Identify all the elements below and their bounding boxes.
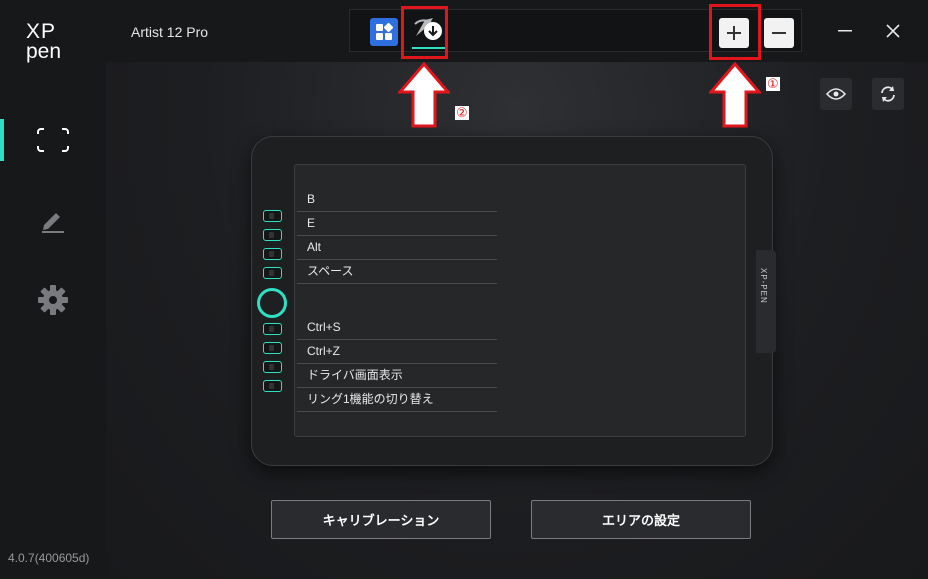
tablet-brand-label: XP-PEN (759, 268, 768, 304)
gear-icon (38, 285, 68, 315)
area-settings-button[interactable]: エリアの設定 (531, 500, 751, 539)
main-panel: B E Alt スペース Ctrl+S Ctrl+Z ドライバ画面表示 リング1… (106, 62, 928, 579)
sidebar-item-pen[interactable] (0, 199, 106, 241)
key-label-8[interactable]: リング1機能の切り替え (297, 388, 497, 412)
key-label-4[interactable]: スペース (297, 260, 497, 284)
sidebar: XP pen 4.0.7(400605d) (0, 0, 106, 579)
arrow-up-annotation-1 (709, 62, 761, 128)
calibration-button[interactable]: キャリブレーション (271, 500, 491, 539)
express-ring[interactable] (257, 288, 287, 318)
version-label: 4.0.7(400605d) (8, 551, 90, 565)
express-key-5[interactable] (263, 323, 282, 335)
xppen-logo: XP pen (26, 20, 76, 66)
key-label-6[interactable]: Ctrl+Z (297, 340, 497, 364)
key-label-2[interactable]: E (297, 212, 497, 236)
refresh-icon (881, 86, 895, 102)
device-title: Artist 12 Pro (131, 24, 209, 40)
close-icon (886, 24, 900, 38)
express-key-3[interactable] (263, 248, 282, 260)
pen-icon (42, 213, 64, 233)
annotation-label-2: ② (455, 105, 469, 120)
window-minimize-button[interactable] (832, 18, 858, 44)
header: Artist 12 Pro (106, 0, 928, 62)
highlight-box-1 (709, 4, 761, 60)
window-close-button[interactable] (880, 18, 906, 44)
express-key-8[interactable] (263, 380, 282, 392)
minimize-icon (838, 30, 852, 32)
tablet-device: B E Alt スペース Ctrl+S Ctrl+Z ドライバ画面表示 リング1… (251, 136, 776, 466)
express-key-2[interactable] (263, 229, 282, 241)
tab-all-apps[interactable] (370, 18, 398, 46)
key-label-3[interactable]: Alt (297, 236, 497, 260)
sidebar-item-settings[interactable] (0, 279, 106, 321)
preview-toggle-button[interactable] (820, 78, 852, 110)
key-label-1[interactable]: B (297, 188, 497, 212)
express-key-1[interactable] (263, 210, 282, 222)
key-label-7[interactable]: ドライバ画面表示 (297, 364, 497, 388)
fullscreen-icon (37, 128, 69, 152)
express-key-4[interactable] (263, 267, 282, 279)
sidebar-item-display[interactable] (0, 119, 106, 161)
remove-app-button[interactable] (764, 18, 794, 48)
eye-icon (826, 88, 846, 100)
key-label-5[interactable]: Ctrl+S (297, 316, 497, 340)
minus-icon (772, 32, 786, 34)
reset-button[interactable] (872, 78, 904, 110)
annotation-label-1: ① (766, 76, 780, 91)
express-key-7[interactable] (263, 361, 282, 373)
logo-line1: XP (26, 20, 57, 43)
express-key-6[interactable] (263, 342, 282, 354)
apps-grid-icon (376, 23, 393, 40)
highlight-box-2 (401, 6, 448, 59)
tablet-side-tab: XP-PEN (756, 250, 776, 353)
app-window: XP pen 4.0.7(400605d) Artist 12 Pro B E … (0, 0, 928, 579)
logo-line2: pen (26, 40, 62, 63)
arrow-up-annotation-2 (398, 62, 450, 128)
